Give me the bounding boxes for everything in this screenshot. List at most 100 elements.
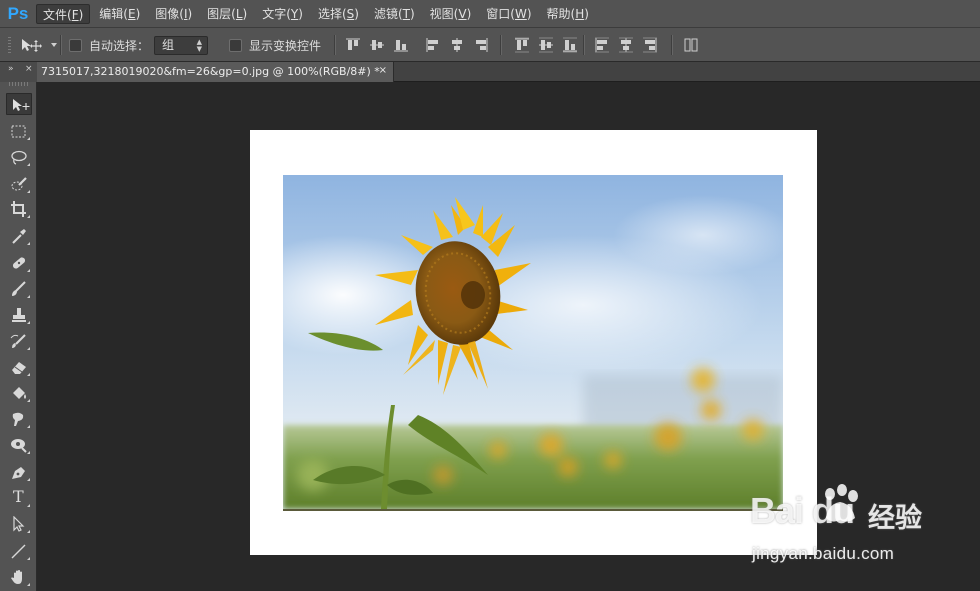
updown-arrows-icon: ▲ ▼ — [196, 37, 202, 53]
menu-item-8[interactable]: 窗口(W) — [480, 4, 537, 24]
lasso-icon — [11, 150, 27, 165]
distribute-top-icon[interactable] — [514, 37, 530, 53]
menu-item-9[interactable]: 帮助(H) — [541, 4, 595, 24]
collapse-panel-icon[interactable]: » — [8, 64, 14, 74]
brush-tool[interactable] — [6, 278, 32, 300]
menu-item-2[interactable]: 图像(I) — [149, 4, 198, 24]
menu-label: 文件( — [43, 7, 72, 22]
move-tool-preset[interactable] — [20, 28, 58, 62]
document-tab-bar: » × 7315017,3218019020&fm=26&gp=0.jpg @ … — [0, 62, 980, 82]
paint-bucket-icon — [13, 387, 26, 399]
auto-select-label: 自动选择： — [89, 38, 150, 53]
align-left-edges-icon[interactable] — [425, 37, 441, 53]
path-selection-tool[interactable] — [6, 513, 32, 535]
align-right-edges-icon[interactable] — [473, 37, 489, 53]
dodge-tool[interactable] — [6, 434, 32, 456]
divider — [60, 35, 62, 55]
history-brush-icon — [10, 334, 26, 348]
menu-item-5[interactable]: 选择(S) — [312, 4, 365, 24]
rectangular-marquee-icon — [11, 125, 26, 138]
quick-selection-tool[interactable] — [6, 173, 32, 195]
eraser-icon — [12, 362, 26, 374]
auto-select-value: 组 — [162, 37, 175, 52]
menu-item-3[interactable]: 图层(L) — [201, 4, 253, 24]
history-brush-tool[interactable] — [6, 330, 32, 352]
marquee-tool[interactable] — [6, 120, 32, 142]
move-tool[interactable] — [6, 93, 32, 115]
sunflower-image — [283, 175, 783, 509]
line-icon — [11, 544, 26, 559]
brush-icon — [12, 281, 26, 296]
menu-label: 图像( — [155, 6, 184, 21]
close-document-icon[interactable]: × — [379, 65, 387, 76]
menu-item-4[interactable]: 文字(Y) — [256, 4, 309, 24]
crop-icon — [11, 201, 26, 217]
quick-selection-icon — [11, 177, 27, 191]
align-top-edges-icon[interactable] — [345, 37, 361, 53]
divider — [500, 35, 502, 55]
auto-align-layers-icon[interactable] — [683, 37, 699, 53]
document-canvas[interactable] — [250, 130, 817, 555]
crop-tool[interactable] — [6, 198, 32, 220]
tools-panel-grip[interactable] — [9, 82, 28, 86]
close-panel-icon[interactable]: × — [25, 64, 33, 74]
photoshop-logo: Ps — [7, 3, 29, 23]
show-transform-checkbox[interactable] — [229, 38, 242, 52]
lasso-tool[interactable] — [6, 146, 32, 168]
pen-icon — [12, 467, 25, 479]
auto-select-dropdown[interactable]: 组 ▲ ▼ — [154, 35, 208, 55]
eraser-tool[interactable] — [6, 356, 32, 378]
blur-tool[interactable] — [6, 408, 32, 430]
distribute-bottom-icon[interactable] — [562, 37, 578, 53]
divider — [671, 35, 673, 55]
move-tool-icon — [13, 99, 30, 111]
menu-label-suffix: ) — [135, 6, 141, 21]
menu-label: 帮助( — [546, 6, 576, 21]
sunflower-photo — [283, 175, 783, 511]
bandage-icon — [12, 257, 26, 269]
menu-label: 文字( — [262, 6, 291, 21]
menu-shortcut-key: T — [402, 6, 410, 21]
menu-bar: Ps 文件(F) 编辑(E) 图像(I) 图层(L) 文字(Y) 选择(S) 滤镜(T) 视图… — [0, 0, 980, 28]
type-tool[interactable]: T — [6, 487, 32, 509]
hand-icon — [11, 570, 22, 584]
divider — [583, 35, 585, 55]
type-icon: T — [13, 487, 24, 506]
menu-shortcut-key: V — [458, 6, 467, 21]
paint-bucket-tool[interactable] — [6, 382, 32, 404]
distribute-right-icon[interactable] — [642, 37, 658, 53]
menu-label-suffix: ) — [409, 6, 415, 21]
menu-label: 窗口( — [486, 6, 515, 21]
chevron-down-icon — [51, 43, 57, 47]
align-vertical-centers-icon[interactable] — [369, 37, 385, 53]
menu-item-1[interactable]: 编辑(E) — [93, 4, 146, 24]
smudge-icon — [12, 412, 24, 426]
distribute-vertical-centers-icon[interactable] — [538, 37, 554, 53]
menu-label-suffix: ) — [298, 6, 303, 21]
menu-item-0[interactable]: 文件(F) — [36, 3, 91, 24]
eyedropper-tool[interactable] — [6, 225, 32, 247]
align-bottom-edges-icon[interactable] — [393, 37, 409, 53]
toolbar-header: » × — [0, 62, 37, 82]
hand-tool[interactable] — [6, 566, 32, 588]
clone-stamp-tool[interactable] — [6, 304, 32, 326]
align-horizontal-centers-icon[interactable] — [449, 37, 465, 53]
pen-tool[interactable] — [6, 461, 32, 483]
line-tool[interactable] — [6, 540, 32, 562]
distribute-horizontal-centers-icon[interactable] — [618, 37, 634, 53]
menu-label-suffix: ) — [584, 6, 589, 21]
healing-brush-tool[interactable] — [6, 252, 32, 274]
menu-label-suffix: ) — [354, 6, 359, 21]
auto-select-checkbox[interactable] — [69, 38, 82, 52]
menu-item-6[interactable]: 滤镜(T) — [368, 4, 421, 24]
menu-label-suffix: ) — [78, 7, 84, 22]
document-tab[interactable]: 7315017,3218019020&fm=26&gp=0.jpg @ 100%… — [37, 62, 394, 82]
options-bar-grip[interactable] — [8, 37, 11, 53]
document-tab-title: 7315017,3218019020&fm=26&gp=0.jpg @ 100%… — [41, 65, 380, 78]
show-transform-label: 显示变换控件 — [249, 38, 322, 53]
menu-label-suffix: ) — [466, 6, 472, 21]
menu-item-7[interactable]: 视图(V) — [424, 4, 478, 24]
menu-shortcut-key: H — [575, 6, 585, 21]
menu-label: 视图( — [429, 6, 459, 21]
distribute-left-icon[interactable] — [594, 37, 610, 53]
